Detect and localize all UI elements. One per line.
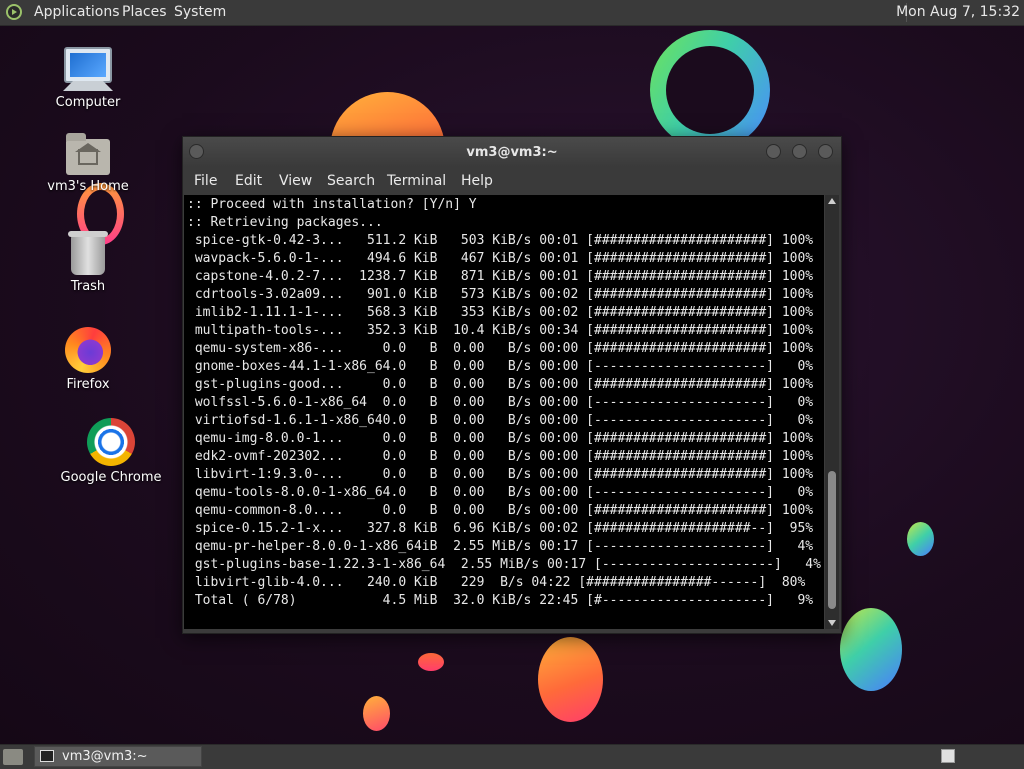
terminal-line: wolfssl-5.6.0-1-x86_64 0.0 B 0.00 B/s 00…	[187, 395, 814, 410]
menu-system[interactable]: System	[174, 4, 226, 20]
clock[interactable]: Mon Aug 7, 15:32	[896, 4, 1020, 20]
close-button[interactable]	[818, 144, 833, 159]
desktop-icon-label: vm3's Home	[47, 179, 129, 194]
terminal-scrollbar[interactable]	[825, 195, 839, 629]
terminal-line: spice-gtk-0.42-3... 511.2 KiB 503 KiB/s …	[187, 233, 814, 248]
scroll-down-arrow-icon[interactable]	[828, 620, 836, 626]
wallpaper-tiny-orange-oval	[418, 653, 444, 671]
terminal-line: libvirt-1:9.3.0-... 0.0 B 0.00 B/s 00:00…	[187, 467, 814, 482]
desktop-icon-trash[interactable]: Trash	[38, 231, 138, 294]
window-title: vm3@vm3:~	[466, 145, 558, 160]
computer-icon	[63, 47, 113, 91]
terminal-line: imlib2-1.11.1-1-... 568.3 KiB 353 KiB/s …	[187, 305, 814, 320]
minimize-button[interactable]	[766, 144, 781, 159]
terminal-line: gst-plugins-good... 0.0 B 0.00 B/s 00:00…	[187, 377, 814, 392]
wallpaper-blue-oval	[840, 608, 902, 691]
terminal-line: wavpack-5.6.0-1-... 494.6 KiB 467 KiB/s …	[187, 251, 814, 266]
chrome-icon	[87, 418, 135, 466]
taskbar-item-terminal[interactable]: vm3@vm3:~	[34, 746, 202, 767]
wallpaper-orange-oval	[538, 637, 603, 722]
scrollbar-thumb[interactable]	[828, 471, 836, 609]
applications-menu-icon[interactable]	[6, 4, 22, 20]
desktop-icon-chrome[interactable]: Google Chrome	[60, 418, 162, 485]
top-panel: Applications Places System Mon Aug 7, 15…	[0, 0, 1024, 26]
menu-view[interactable]: View	[279, 173, 312, 189]
desktop-icon-label: Trash	[70, 279, 106, 294]
menu-applications[interactable]: Applications	[34, 4, 120, 20]
desktop-icon-label: Computer	[55, 95, 121, 110]
wallpaper-small-blue-oval	[907, 522, 934, 556]
terminal-line: multipath-tools-... 352.3 KiB 10.4 KiB/s…	[187, 323, 814, 338]
wallpaper-green-ring	[650, 30, 770, 150]
terminal-line: Total ( 6/78) 4.5 MiB 32.0 KiB/s 22:45 […	[187, 593, 814, 608]
window-titlebar[interactable]: vm3@vm3:~	[183, 137, 841, 167]
terminal-window[interactable]: vm3@vm3:~ File Edit View Search Terminal…	[182, 136, 842, 634]
terminal-line: qemu-system-x86-... 0.0 B 0.00 B/s 00:00…	[187, 341, 814, 356]
terminal-line: qemu-pr-helper-8.0.0-1-x86_64iB 2.55 MiB…	[187, 539, 814, 554]
menu-edit[interactable]: Edit	[235, 173, 262, 189]
terminal-line: capstone-4.0.2-7... 1238.7 KiB 871 KiB/s…	[187, 269, 814, 284]
terminal-line: virtiofsd-1.6.1-1-x86_640.0 B 0.00 B/s 0…	[187, 413, 814, 428]
terminal-line: qemu-common-8.0.... 0.0 B 0.00 B/s 00:00…	[187, 503, 814, 518]
show-desktop-icon[interactable]	[3, 749, 23, 765]
terminal-line: cdrtools-3.02a09... 901.0 KiB 573 KiB/s …	[187, 287, 814, 302]
desktop-icon-home[interactable]: vm3's Home	[38, 133, 138, 194]
trash-icon	[68, 231, 108, 275]
menu-places[interactable]: Places	[122, 4, 167, 20]
terminal-icon	[40, 750, 54, 762]
wallpaper-small-orange-oval	[363, 696, 390, 731]
menu-file[interactable]: File	[194, 173, 217, 189]
terminal-output[interactable]: :: Proceed with installation? [Y/n] Y ::…	[184, 195, 824, 629]
terminal-line: qemu-tools-8.0.0-1-x86_64.0 B 0.00 B/s 0…	[187, 485, 814, 500]
menu-help[interactable]: Help	[461, 173, 493, 189]
terminal-line: spice-0.15.2-1-x... 327.8 KiB 6.96 KiB/s…	[187, 521, 814, 536]
terminal-line: gst-plugins-base-1.22.3-1-x86_64 2.55 Mi…	[187, 557, 821, 572]
terminal-line: qemu-img-8.0.0-1... 0.0 B 0.00 B/s 00:00…	[187, 431, 814, 446]
terminal-line: edk2-ovmf-202302... 0.0 B 0.00 B/s 00:00…	[187, 449, 814, 464]
scroll-up-arrow-icon[interactable]	[828, 198, 836, 204]
terminal-line: :: Retrieving packages...	[187, 215, 383, 230]
workspace-switcher[interactable]	[941, 749, 955, 763]
terminal-line: :: Proceed with installation? [Y/n] Y	[187, 197, 477, 212]
firefox-icon	[65, 327, 111, 373]
home-folder-icon	[66, 133, 110, 175]
maximize-button[interactable]	[792, 144, 807, 159]
menu-search[interactable]: Search	[327, 173, 375, 189]
terminal-menubar: File Edit View Search Terminal Help	[183, 167, 841, 195]
desktop-icon-label: Firefox	[66, 377, 110, 392]
taskbar-item-label: vm3@vm3:~	[62, 749, 148, 764]
menu-terminal[interactable]: Terminal	[387, 173, 446, 189]
bottom-panel: vm3@vm3:~	[0, 744, 1024, 769]
terminal-line: libvirt-glib-4.0... 240.0 KiB 229 B/s 04…	[187, 575, 806, 590]
terminal-line: gnome-boxes-44.1-1-x86_64.0 B 0.00 B/s 0…	[187, 359, 814, 374]
desktop-icon-computer[interactable]: Computer	[38, 47, 138, 110]
desktop-icon-firefox[interactable]: Firefox	[38, 327, 138, 392]
desktop-icon-label: Google Chrome	[60, 470, 162, 485]
